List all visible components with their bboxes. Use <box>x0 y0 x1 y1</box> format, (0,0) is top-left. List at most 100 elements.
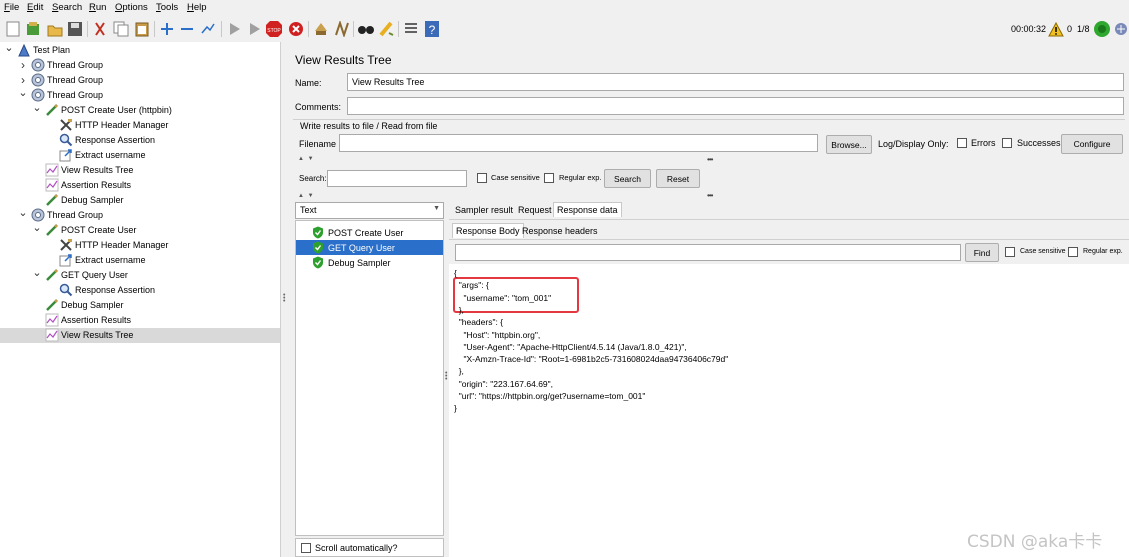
menu-options[interactable]: Options <box>115 2 148 13</box>
split-pane-divider[interactable]: • • • <box>281 42 289 557</box>
result-item[interactable]: Debug Sampler <box>296 255 443 270</box>
case-sensitive-checkbox[interactable] <box>477 173 487 183</box>
collapse-icon[interactable] <box>178 20 196 38</box>
tree-node[interactable]: Response Assertion <box>0 133 280 148</box>
open-icon[interactable] <box>46 20 64 38</box>
regular-exp-checkbox[interactable] <box>544 173 554 183</box>
function-helper-icon[interactable] <box>402 20 420 38</box>
clear-all-icon[interactable] <box>333 20 351 38</box>
vertical-divider-grip-icon[interactable]: • • • <box>445 370 448 383</box>
chevron-down-icon[interactable]: ⌄ <box>18 88 28 100</box>
start-no-pauses-icon[interactable] <box>245 20 263 38</box>
chevron-down-icon[interactable]: ⌄ <box>32 268 42 280</box>
reset-button[interactable]: Reset <box>656 169 700 188</box>
start-icon[interactable] <box>225 20 243 38</box>
search-label: Search: <box>299 174 327 183</box>
tree-node-label: Extract username <box>75 255 146 265</box>
menu-edit[interactable]: Edit <box>27 2 43 13</box>
tab-response-data[interactable]: Response data <box>553 202 622 217</box>
tree-node[interactable]: ⌄ GET Query User <box>0 268 280 283</box>
search-icon[interactable] <box>357 20 375 38</box>
paste-icon[interactable] <box>133 20 151 38</box>
menu-file[interactable]: File <box>4 2 19 13</box>
expand-icon[interactable] <box>158 20 176 38</box>
reset-search-icon[interactable] <box>378 20 396 38</box>
tree-node[interactable]: Debug Sampler <box>0 193 280 208</box>
errors-checkbox[interactable] <box>957 138 967 148</box>
chevron-down-icon[interactable]: ⌄ <box>18 208 28 220</box>
menu-run[interactable]: Run <box>89 2 106 13</box>
find-case-sensitive-checkbox[interactable] <box>1005 247 1015 257</box>
result-item-label: Debug Sampler <box>328 257 391 268</box>
search-button[interactable]: Search <box>604 169 651 188</box>
find-field[interactable] <box>455 244 961 261</box>
tree-node[interactable]: › Thread Group <box>0 58 280 73</box>
tree-node[interactable]: HTTP Header Manager <box>0 118 280 133</box>
tree-node[interactable]: HTTP Header Manager <box>0 238 280 253</box>
chevron-right-icon[interactable]: › <box>18 59 28 71</box>
tree-node[interactable]: Debug Sampler <box>0 298 280 313</box>
tree-node[interactable]: Assertion Results <box>0 313 280 328</box>
tree-node[interactable]: Extract username <box>0 148 280 163</box>
tree-node[interactable]: ⌄ Thread Group <box>0 88 280 103</box>
response-body-text[interactable]: { "args": { "username": "tom_001" }, "he… <box>449 264 1129 557</box>
comments-field[interactable] <box>347 97 1124 115</box>
divider-grip-icon[interactable]: ••• <box>707 191 713 200</box>
tree-node[interactable]: ⌄ POST Create User <box>0 223 280 238</box>
tab-request[interactable]: Request <box>515 203 555 218</box>
chevron-down-icon[interactable]: ⌄ <box>32 223 42 235</box>
help-icon[interactable]: ? <box>423 20 441 38</box>
tab-response-body[interactable]: Response Body <box>452 223 524 238</box>
tree-node-label: HTTP Header Manager <box>75 120 169 130</box>
results-list[interactable]: POST Create User GET Query User Debug Samp… <box>295 220 444 536</box>
menu-tools[interactable]: Tools <box>156 2 178 13</box>
find-regular-exp-checkbox[interactable] <box>1068 247 1078 257</box>
warning-count: 0 <box>1067 24 1073 34</box>
menu-help[interactable]: Help <box>187 2 207 13</box>
menu-search[interactable]: Search <box>52 2 82 13</box>
stop-icon[interactable]: STOP <box>265 20 283 38</box>
result-item[interactable]: POST Create User <box>296 225 443 240</box>
toggle-icon[interactable] <box>199 20 217 38</box>
success-shield-icon <box>312 241 324 256</box>
clear-icon[interactable] <box>312 20 330 38</box>
tree-node[interactable]: View Results Tree <box>0 163 280 178</box>
tree-node[interactable]: ⌄ POST Create User (httpbin) <box>0 103 280 118</box>
search-field[interactable] <box>327 170 467 187</box>
shutdown-icon[interactable] <box>287 20 305 38</box>
remote-hosts-icon[interactable] <box>1112 20 1129 38</box>
chevron-down-icon[interactable]: ⌄ <box>4 43 14 55</box>
tab-response-headers[interactable]: Response headers <box>519 224 601 239</box>
configure-button[interactable]: Configure <box>1061 134 1123 154</box>
warning-icon[interactable] <box>1047 20 1065 38</box>
chevron-right-icon[interactable]: › <box>18 74 28 86</box>
find-button[interactable]: Find <box>965 243 999 262</box>
browse-button[interactable]: Browse... <box>826 135 872 154</box>
sampler-icon <box>45 103 59 117</box>
collapse-arrows-icon[interactable]: ▲ ▼ <box>298 156 315 162</box>
response-body-line: "args": { <box>454 280 489 291</box>
divider-grip-icon[interactable]: ••• <box>707 155 713 164</box>
renderer-select[interactable]: Text ▼ <box>295 202 444 219</box>
result-item[interactable]: GET Query User <box>296 240 443 255</box>
tree-node[interactable]: View Results Tree <box>0 328 280 343</box>
tree-node[interactable]: Assertion Results <box>0 178 280 193</box>
name-field[interactable]: View Results Tree <box>347 73 1124 91</box>
tree-node[interactable]: Response Assertion <box>0 283 280 298</box>
tree-node[interactable]: ⌄ Test Plan <box>0 43 280 58</box>
tree-node[interactable]: Extract username <box>0 253 280 268</box>
tree-node[interactable]: ⌄ Thread Group <box>0 208 280 223</box>
tab-sampler-result[interactable]: Sampler result <box>452 203 516 218</box>
successes-checkbox[interactable] <box>1002 138 1012 148</box>
filename-field[interactable] <box>339 134 818 152</box>
cut-icon[interactable] <box>91 20 109 38</box>
new-icon[interactable] <box>4 20 22 38</box>
panel-title: View Results Tree <box>295 53 392 67</box>
chevron-down-icon[interactable]: ⌄ <box>32 103 42 115</box>
save-icon[interactable] <box>66 20 84 38</box>
scroll-automatically-checkbox[interactable] <box>301 543 311 553</box>
tree-node[interactable]: › Thread Group <box>0 73 280 88</box>
collapse-arrows-icon[interactable]: ▲ ▼ <box>298 193 315 199</box>
templates-icon[interactable] <box>24 20 42 38</box>
copy-icon[interactable] <box>112 20 130 38</box>
